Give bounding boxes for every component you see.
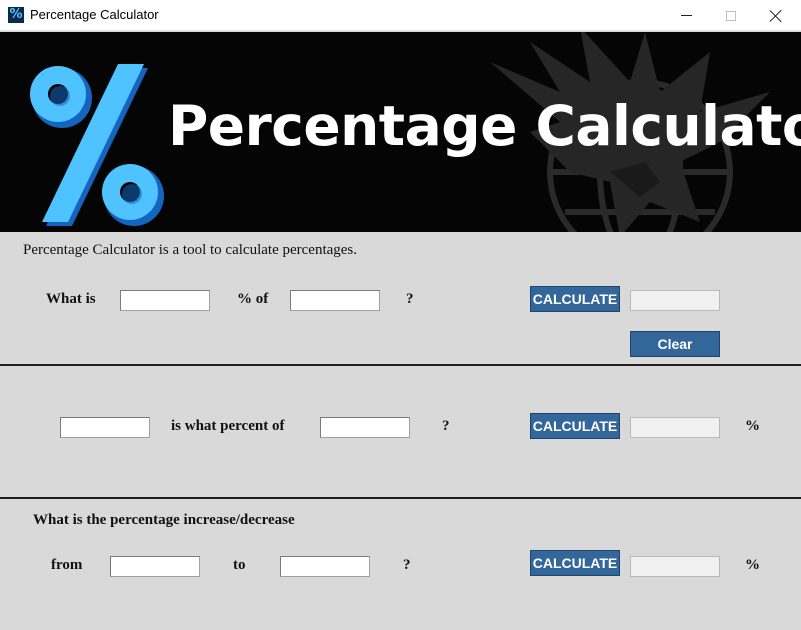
question-mark: ? xyxy=(403,557,411,573)
banner-title: Percentage Calculator xyxy=(168,94,801,158)
section-is-what-percent: is what percent of ? CALCULATE % xyxy=(0,366,801,498)
question-mark: ? xyxy=(442,418,450,434)
banner: Percentage Calculator xyxy=(0,32,801,232)
clear-button[interactable]: Clear xyxy=(630,331,720,357)
to-label: to xyxy=(233,557,246,573)
maximize-button[interactable] xyxy=(708,0,754,31)
result-field-2[interactable] xyxy=(630,417,720,438)
minimize-icon xyxy=(680,15,692,16)
to-value-input[interactable] xyxy=(280,556,370,577)
section-what-is-percent-of: Percentage Calculator is a tool to calcu… xyxy=(0,233,801,365)
close-icon xyxy=(769,9,783,23)
percent-unit-label: % xyxy=(745,418,760,434)
result-field-3[interactable] xyxy=(630,556,720,577)
window-title: Percentage Calculator xyxy=(30,7,159,22)
percent-unit-label: % xyxy=(745,557,760,573)
percent-of-label: % of xyxy=(237,291,269,307)
base-value-input[interactable] xyxy=(290,290,380,311)
calculate-button-3[interactable]: CALCULATE xyxy=(530,550,620,576)
intro-text: Percentage Calculator is a tool to calcu… xyxy=(23,242,358,258)
percent-input[interactable] xyxy=(120,290,210,311)
part-value-input[interactable] xyxy=(60,417,150,438)
is-what-percent-label: is what percent of xyxy=(171,418,285,434)
percent-logo-icon xyxy=(30,64,164,226)
from-value-input[interactable] xyxy=(110,556,200,577)
result-field-1[interactable] xyxy=(630,290,720,311)
maximize-icon xyxy=(726,10,736,21)
what-is-label: What is xyxy=(46,291,96,307)
percent-app-icon: % xyxy=(8,7,24,23)
from-label: from xyxy=(51,557,83,573)
percent-change-heading: What is the percentage increase/decrease xyxy=(33,512,295,528)
minimize-button[interactable] xyxy=(663,0,709,31)
calculate-button-2[interactable]: CALCULATE xyxy=(530,413,620,439)
whole-value-input[interactable] xyxy=(320,417,410,438)
close-button[interactable] xyxy=(753,0,799,31)
title-bar: % Percentage Calculator xyxy=(0,0,801,31)
calculate-button-1[interactable]: CALCULATE xyxy=(530,286,620,312)
section-percent-change: What is the percentage increase/decrease… xyxy=(0,499,801,630)
question-mark: ? xyxy=(406,291,414,307)
